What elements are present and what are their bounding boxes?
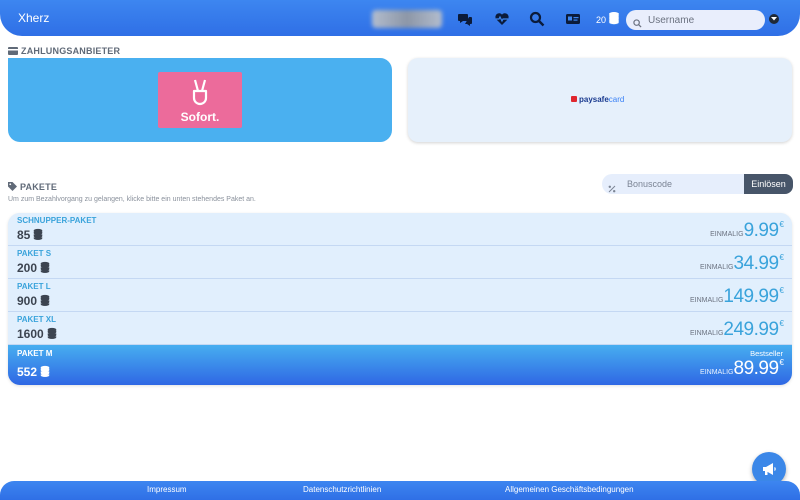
- paysafecard-logo-part2: card: [608, 95, 625, 104]
- package-name: PAKET S: [17, 249, 52, 258]
- once-label: EINMALIG: [710, 231, 744, 238]
- id-card-icon[interactable]: [565, 11, 581, 27]
- sofort-logo: Sofort.: [158, 72, 242, 128]
- package-name: PAKET L: [17, 282, 51, 291]
- redeem-button[interactable]: Einlösen: [744, 174, 793, 194]
- coins-icon: [40, 261, 50, 273]
- credit-card-icon: [8, 47, 18, 55]
- paysafecard-logo-part1: paysafe: [579, 95, 609, 104]
- footer-link-impressum[interactable]: Impressum: [147, 485, 187, 494]
- package-price: EINMALIG9.99€: [710, 220, 784, 242]
- lock-icon: [571, 96, 577, 102]
- packages-section-label: PAKETE: [20, 182, 58, 192]
- payment-option-sofort[interactable]: Sofort.: [8, 58, 392, 142]
- packages-instructions: Um zum Bezahlvorgang zu gelangen, klicke…: [8, 196, 256, 203]
- footer-bar: Impressum Datenschutzrichtlinien Allgeme…: [0, 481, 800, 500]
- payment-section-title: ZAHLUNGSANBIETER: [8, 46, 120, 56]
- package-name: SCHNUPPER-PAKET: [17, 216, 97, 225]
- package-row[interactable]: PAKET L 900 EINMALIG149.99€: [8, 279, 792, 312]
- footer-link-privacy[interactable]: Datenschutzrichtlinien: [303, 485, 381, 494]
- package-row-bestseller[interactable]: PAKET M Bestseller 552 EINMALIG89.99€: [8, 345, 792, 385]
- sofort-label: Sofort.: [180, 110, 220, 124]
- package-coin-amount: 552: [17, 365, 38, 379]
- price-amount: 249.99: [723, 319, 779, 340]
- bonus-code-group: Einlösen: [602, 174, 793, 194]
- coin-balance[interactable]: 20: [596, 15, 606, 25]
- percent-icon: [608, 180, 616, 198]
- peace-hand-icon: [192, 79, 208, 106]
- package-name: PAKET XL: [17, 315, 56, 324]
- package-row[interactable]: SCHNUPPER-PAKET 85 EINMALIG9.99€: [8, 213, 792, 246]
- package-coin-amount: 200: [17, 261, 38, 275]
- package-price: EINMALIG34.99€: [700, 253, 784, 275]
- blurred-user-chip[interactable]: [372, 10, 442, 28]
- package-coins: 1600: [17, 327, 58, 341]
- search-icon[interactable]: [529, 11, 545, 27]
- coins-icon: [47, 327, 56, 339]
- coins-icon[interactable]: [607, 11, 621, 30]
- payment-option-paysafecard[interactable]: paysafecard: [408, 58, 792, 142]
- search-icon: [633, 15, 642, 33]
- currency-symbol: €: [779, 286, 784, 295]
- coins-icon: [40, 294, 50, 306]
- currency-symbol: €: [779, 220, 784, 229]
- paysafecard-logo: paysafecard: [571, 95, 624, 104]
- package-price: EINMALIG89.99€: [700, 358, 784, 380]
- currency-symbol: €: [779, 319, 784, 328]
- package-price: EINMALIG149.99€: [690, 286, 784, 308]
- brand-logo[interactable]: Xherz: [18, 11, 49, 25]
- price-amount: 89.99: [733, 358, 780, 379]
- package-coins: 552: [17, 365, 51, 379]
- payment-section-label: ZAHLUNGSANBIETER: [21, 46, 121, 56]
- price-amount: 34.99: [733, 253, 780, 274]
- bonus-code-input[interactable]: [602, 174, 744, 194]
- package-row[interactable]: PAKET S 200 EINMALIG34.99€: [8, 246, 792, 279]
- once-label: EINMALIG: [700, 369, 734, 376]
- chat-icon[interactable]: [457, 11, 473, 27]
- once-label: EINMALIG: [700, 264, 734, 271]
- package-row[interactable]: PAKET XL 1600 EINMALIG249.99€: [8, 312, 792, 345]
- once-label: EINMALIG: [689, 330, 724, 337]
- megaphone-icon: [763, 463, 776, 475]
- top-navigation-bar: Xherz 20: [0, 0, 800, 36]
- package-coin-amount: 85: [17, 228, 31, 242]
- package-list: SCHNUPPER-PAKET 85 EINMALIG9.99€ PAKET S…: [8, 213, 792, 385]
- coins-icon: [34, 228, 43, 240]
- package-name: PAKET M: [17, 349, 53, 358]
- package-price: EINMALIG249.99€: [690, 319, 784, 341]
- currency-symbol: €: [779, 253, 784, 262]
- username-search-input[interactable]: [626, 10, 765, 30]
- package-coins: 900: [17, 294, 51, 308]
- package-coin-amount: 1600: [17, 327, 44, 341]
- coins-icon: [40, 365, 50, 377]
- package-coins: 85: [17, 228, 44, 242]
- footer-link-terms[interactable]: Allgemeinen Geschäftsbedingungen: [505, 485, 634, 494]
- once-label: EINMALIG: [689, 297, 724, 304]
- price-amount: 9.99: [743, 220, 779, 241]
- price-amount: 149.99: [723, 286, 779, 307]
- package-coins: 200: [17, 261, 51, 275]
- currency-symbol: €: [779, 358, 784, 367]
- heart-pulse-icon[interactable]: [494, 11, 510, 27]
- tag-icon: [8, 182, 17, 191]
- bestseller-badge: Bestseller: [750, 349, 783, 358]
- packages-section-title: PAKETE: [8, 182, 57, 192]
- package-coin-amount: 900: [17, 294, 38, 308]
- chevron-down-icon[interactable]: [769, 14, 779, 24]
